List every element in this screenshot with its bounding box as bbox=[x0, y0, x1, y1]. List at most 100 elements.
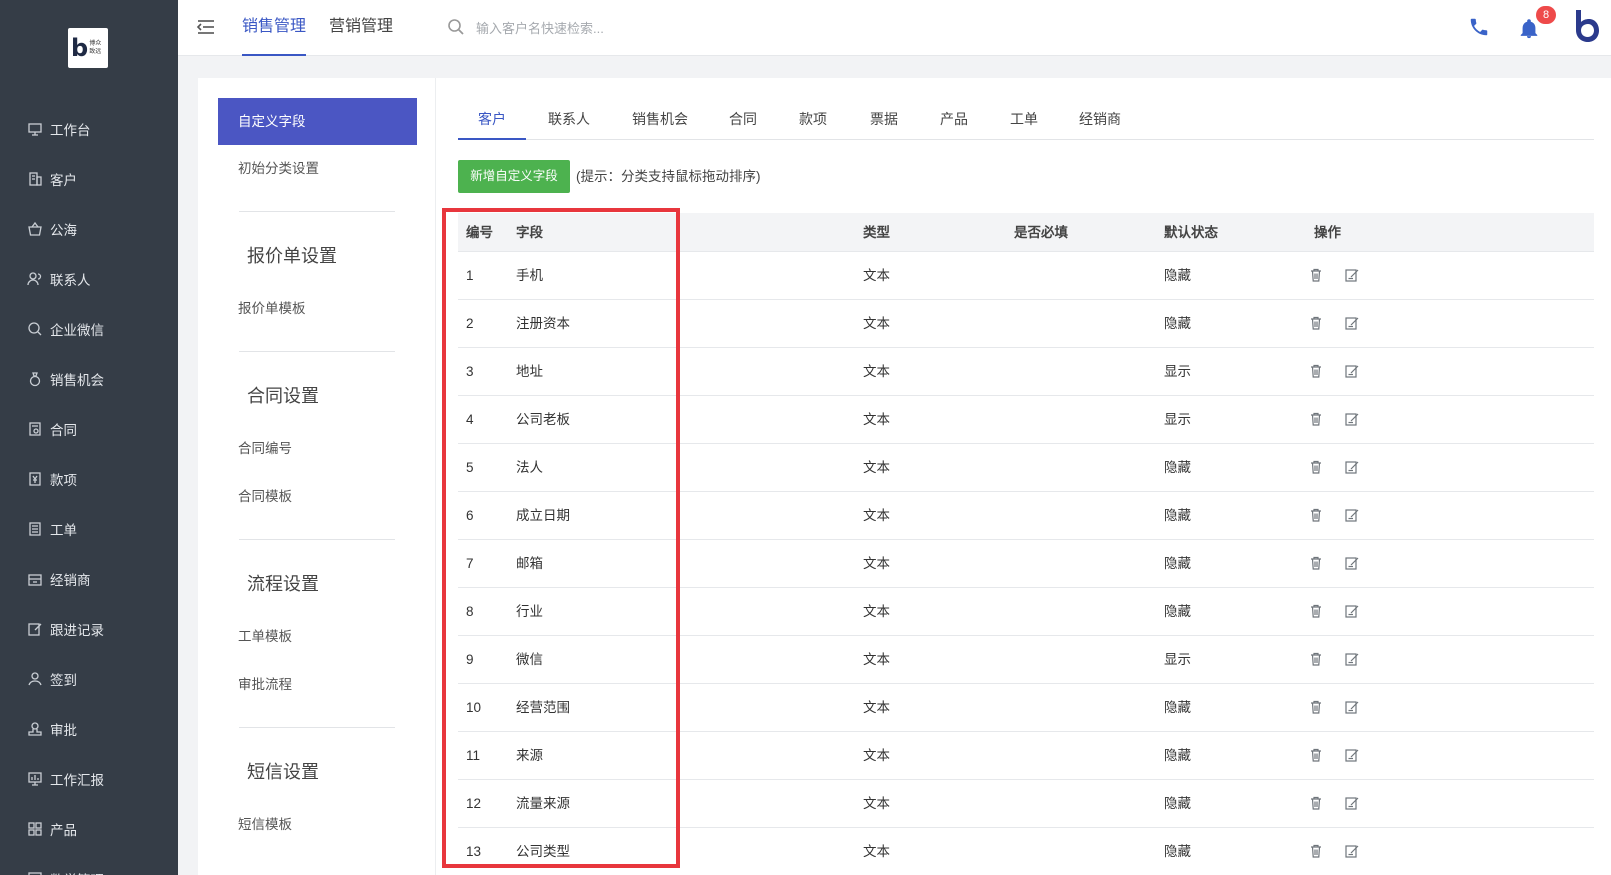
header-required: 是否必填 bbox=[1014, 225, 1068, 240]
ticket-icon bbox=[29, 522, 41, 536]
edit-icon[interactable] bbox=[1344, 315, 1360, 331]
search-input[interactable] bbox=[476, 16, 736, 40]
entity-tab-6[interactable]: 产品 bbox=[924, 100, 984, 140]
edit-icon[interactable] bbox=[1344, 507, 1360, 523]
entity-tab-4[interactable]: 款项 bbox=[783, 100, 843, 140]
entity-tab-0[interactable]: 客户 bbox=[458, 100, 526, 140]
edit-icon[interactable] bbox=[1344, 411, 1360, 427]
cell-field: 成立日期 bbox=[516, 508, 570, 523]
entity-tab-2[interactable]: 销售机会 bbox=[616, 100, 704, 140]
delete-icon[interactable] bbox=[1308, 267, 1324, 283]
chat-icon bbox=[28, 322, 42, 336]
sidebar-item-13[interactable]: 工作汇报 bbox=[0, 754, 178, 804]
sidebar-item-11[interactable]: 签到 bbox=[0, 654, 178, 704]
delete-icon[interactable] bbox=[1308, 459, 1324, 475]
edit-icon[interactable] bbox=[1344, 603, 1360, 619]
entity-tab-1[interactable]: 联系人 bbox=[533, 100, 605, 140]
entity-tab-7[interactable]: 工单 bbox=[994, 100, 1054, 140]
table-row[interactable]: 8 行业 文本 隐藏 bbox=[458, 588, 1594, 636]
add-custom-field-button[interactable]: 新增自定义字段 bbox=[458, 160, 570, 193]
sidebar-item-2[interactable]: 公海 bbox=[0, 204, 178, 254]
edit-icon[interactable] bbox=[1344, 747, 1360, 763]
delete-icon[interactable] bbox=[1308, 699, 1324, 715]
sidebar-item-7[interactable]: 款项 bbox=[0, 454, 178, 504]
cell-default-state: 显示 bbox=[1164, 412, 1191, 427]
entity-tab-5[interactable]: 票据 bbox=[854, 100, 914, 140]
edit-icon[interactable] bbox=[1344, 699, 1360, 715]
sidebar-item-label: 跟进记录 bbox=[50, 623, 104, 638]
phone-icon[interactable] bbox=[1468, 16, 1490, 38]
table-row[interactable]: 4 公司老板 文本 显示 bbox=[458, 396, 1594, 444]
subnav-contract-template[interactable]: 合同模板 bbox=[238, 485, 292, 505]
subnav-custom-fields[interactable]: 自定义字段 bbox=[218, 98, 417, 145]
sidebar-item-15[interactable]: 数学管理 bbox=[0, 854, 178, 875]
subnav-initial-category[interactable]: 初始分类设置 bbox=[238, 157, 319, 177]
subnav-contract-number[interactable]: 合同编号 bbox=[238, 437, 292, 457]
table-row[interactable]: 7 邮箱 文本 隐藏 bbox=[458, 540, 1594, 588]
delete-icon[interactable] bbox=[1308, 507, 1324, 523]
edit-icon[interactable] bbox=[1344, 363, 1360, 379]
brand-logo-icon[interactable] bbox=[1571, 8, 1601, 44]
report-icon bbox=[28, 772, 42, 786]
sidebar-item-label: 工作台 bbox=[50, 123, 91, 138]
sidebar-item-1[interactable]: 客户 bbox=[0, 154, 178, 204]
sidebar-item-10[interactable]: 跟进记录 bbox=[0, 604, 178, 654]
table-row[interactable]: 13 公司类型 文本 隐藏 bbox=[458, 828, 1594, 875]
table-row[interactable]: 12 流量来源 文本 隐藏 bbox=[458, 780, 1594, 828]
menu-collapse-icon[interactable] bbox=[196, 18, 216, 36]
sidebar-item-3[interactable]: 联系人 bbox=[0, 254, 178, 304]
table-row[interactable]: 6 成立日期 文本 隐藏 bbox=[458, 492, 1594, 540]
table-row[interactable]: 9 微信 文本 显示 bbox=[458, 636, 1594, 684]
edit-icon[interactable] bbox=[1344, 795, 1360, 811]
sidebar-item-label: 产品 bbox=[50, 823, 77, 838]
table-row[interactable]: 10 经营范围 文本 隐藏 bbox=[458, 684, 1594, 732]
delete-icon[interactable] bbox=[1308, 411, 1324, 427]
table-row[interactable]: 11 来源 文本 隐藏 bbox=[458, 732, 1594, 780]
edit-icon[interactable] bbox=[1344, 267, 1360, 283]
table-row[interactable]: 1 手机 文本 隐藏 bbox=[458, 252, 1594, 300]
sidebar-item-0[interactable]: 工作台 bbox=[0, 104, 178, 154]
entity-tab-3[interactable]: 合同 bbox=[713, 100, 773, 140]
cell-field: 注册资本 bbox=[516, 316, 570, 331]
cell-no: 10 bbox=[466, 700, 482, 715]
table-row[interactable]: 5 法人 文本 隐藏 bbox=[458, 444, 1594, 492]
edit-icon[interactable] bbox=[1344, 843, 1360, 859]
delete-icon[interactable] bbox=[1308, 555, 1324, 571]
search-icon bbox=[448, 19, 464, 35]
sidebar-item-14[interactable]: 产品 bbox=[0, 804, 178, 854]
delete-icon[interactable] bbox=[1308, 795, 1324, 811]
top-tab-sales[interactable]: 销售管理 bbox=[242, 0, 307, 56]
contract-icon bbox=[29, 422, 41, 436]
delete-icon[interactable] bbox=[1308, 747, 1324, 763]
cell-type: 文本 bbox=[863, 844, 890, 859]
app-logo[interactable]: b 博众 致远 bbox=[68, 28, 108, 68]
logo-line1: 博众 bbox=[89, 41, 102, 47]
sidebar-item-5[interactable]: 销售机会 bbox=[0, 354, 178, 404]
delete-icon[interactable] bbox=[1308, 363, 1324, 379]
cell-type: 文本 bbox=[863, 508, 890, 523]
edit-icon[interactable] bbox=[1344, 459, 1360, 475]
cell-default-state: 隐藏 bbox=[1164, 844, 1191, 859]
sidebar-item-12[interactable]: 审批 bbox=[0, 704, 178, 754]
subnav-quote-template[interactable]: 报价单模板 bbox=[238, 297, 306, 317]
sidebar-item-6[interactable]: 合同 bbox=[0, 404, 178, 454]
notification-bell[interactable]: 8 bbox=[1518, 6, 1556, 42]
sidebar-item-8[interactable]: 工单 bbox=[0, 504, 178, 554]
edit-icon[interactable] bbox=[1344, 555, 1360, 571]
entity-tab-8[interactable]: 经销商 bbox=[1064, 100, 1136, 140]
top-tab-marketing[interactable]: 营销管理 bbox=[329, 0, 393, 56]
delete-icon[interactable] bbox=[1308, 843, 1324, 859]
delete-icon[interactable] bbox=[1308, 315, 1324, 331]
sidebar-item-4[interactable]: 企业微信 bbox=[0, 304, 178, 354]
delete-icon[interactable] bbox=[1308, 603, 1324, 619]
table-row[interactable]: 3 地址 文本 显示 bbox=[458, 348, 1594, 396]
table-row[interactable]: 2 注册资本 文本 隐藏 bbox=[458, 300, 1594, 348]
subnav-sms-template[interactable]: 短信模板 bbox=[238, 813, 292, 833]
subnav-ticket-template[interactable]: 工单模板 bbox=[238, 625, 292, 645]
sort-hint: (提示：分类支持鼠标拖动排序) bbox=[576, 169, 761, 184]
logo-letter: b bbox=[71, 34, 89, 62]
subnav-approval-flow[interactable]: 审批流程 bbox=[238, 673, 292, 693]
sidebar-item-9[interactable]: 经销商 bbox=[0, 554, 178, 604]
edit-icon[interactable] bbox=[1344, 651, 1360, 667]
delete-icon[interactable] bbox=[1308, 651, 1324, 667]
